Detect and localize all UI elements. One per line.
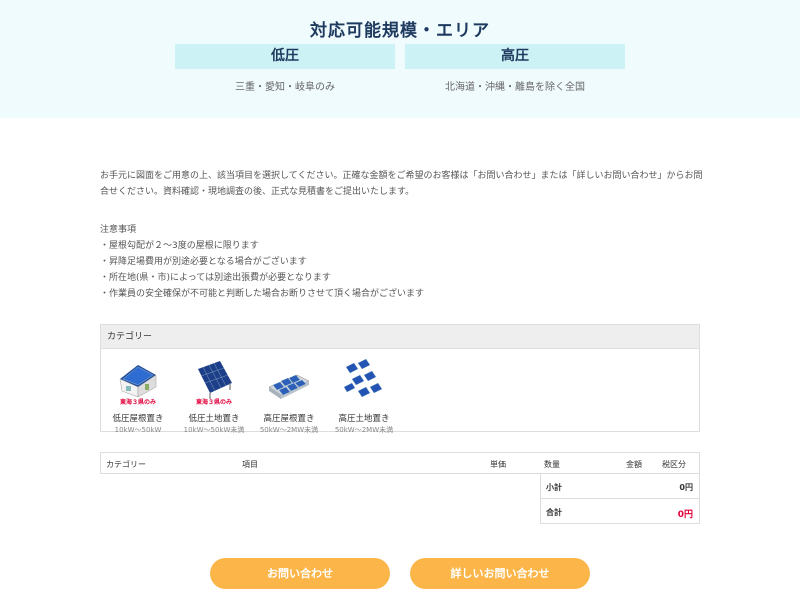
note-item: ・所在地(県・市)によっては別途出張費が必要となります [100, 273, 331, 283]
region-high-voltage: 高圧 北海道・沖縄・離島を除く全国 [405, 44, 625, 93]
column-quantity: 数量 [544, 460, 560, 469]
roof-solar-array-icon [267, 357, 311, 401]
estimate-table-header: カテゴリー 項目 単価 数量 金額 税区分 [100, 452, 700, 474]
subtotal-label: 小計 [546, 483, 562, 492]
note-item: ・屋根勾配が２～3度の屋根に限ります [100, 241, 259, 251]
category-name: 低圧土地置き [188, 414, 240, 424]
hero-section: 対応可能規模・エリア 低圧 三重・愛知・岐阜のみ 高圧 北海道・沖縄・離島を除く… [0, 0, 800, 118]
category-name: 低圧屋根置き [112, 414, 164, 424]
detailed-contact-button[interactable]: 詳しいお問い合わせ [410, 558, 590, 589]
column-tax: 税区分 [662, 460, 686, 469]
region-low-voltage: 低圧 三重・愛知・岐阜のみ [175, 44, 395, 93]
subtotal-value: 0円 [679, 483, 693, 492]
category-selector: カテゴリー 東海３県のみ 低圧屋根置き 10kW～50kW 東海３県のみ 低圧土… [100, 324, 700, 435]
category-name: 高圧土地置き [338, 414, 390, 424]
column-item: 項目 [242, 460, 258, 469]
contact-button[interactable]: お問い合わせ [210, 558, 390, 589]
house-solar-icon [116, 357, 160, 401]
ground-solar-array-icon [342, 357, 386, 401]
total-label: 合計 [546, 508, 562, 517]
notes-title: 注意事項 [100, 225, 137, 235]
note-item: ・昇降足場費用が別途必要となる場合がございます [100, 257, 307, 267]
column-category: カテゴリー [106, 460, 146, 469]
category-header: カテゴリー [101, 325, 699, 349]
category-low-ground[interactable]: 東海３県のみ 低圧土地置き 10kW～50kW未満 [179, 357, 249, 435]
summary-box: 小計 0円 合計 0円 [540, 474, 700, 524]
page-title: 対応可能規模・エリア [310, 21, 490, 41]
category-range: 50kW～2MW未満 [334, 426, 394, 434]
region-low-label: 低圧 [175, 44, 395, 69]
region-high-label: 高圧 [405, 44, 625, 69]
ground-solar-icon [192, 357, 236, 401]
region-low-area: 三重・愛知・岐阜のみ [235, 82, 335, 93]
region-high-area: 北海道・沖縄・離島を除く全国 [445, 82, 585, 93]
total-value: 0円 [677, 510, 693, 520]
total-row: 合計 0円 [541, 499, 699, 524]
column-unit-price: 単価 [490, 460, 506, 469]
category-name: 高圧屋根置き [263, 414, 315, 424]
note-item: ・作業員の安全確保が不可能と判断した場合お断りさせて頂く場合がございます [100, 289, 425, 299]
subtotal-row: 小計 0円 [541, 474, 699, 499]
category-range: 50kW～2MW未満 [259, 426, 319, 434]
category-low-roof[interactable]: 東海３県のみ 低圧屋根置き 10kW～50kW [103, 357, 173, 435]
category-range: 10kW～50kW [114, 426, 162, 434]
column-amount: 金額 [626, 460, 642, 469]
category-range: 10kW～50kW未満 [183, 426, 245, 434]
category-high-ground[interactable]: 高圧土地置き 50kW～2MW未満 [329, 357, 399, 435]
intro-text: お手元に図面をご用意の上、該当項目を選択してください。正確な金額をご希望のお客様… [100, 171, 703, 197]
notes-section: 注意事項 ・屋根勾配が２～3度の屋根に限ります ・昇降足場費用が別途必要となる場… [100, 222, 705, 302]
category-high-roof[interactable]: 高圧屋根置き 50kW～2MW未満 [254, 357, 324, 435]
